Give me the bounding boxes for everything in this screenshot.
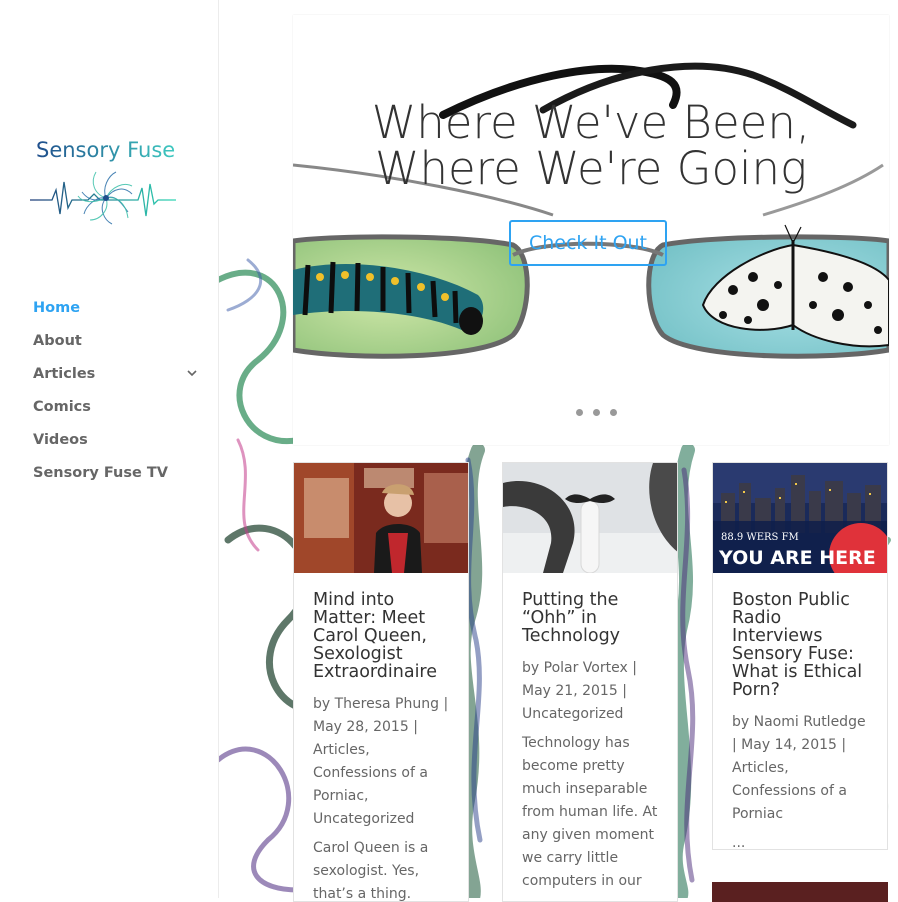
slider-dot-2[interactable]	[593, 409, 600, 416]
post-categories[interactable]: Uncategorized	[522, 706, 623, 722]
meta-separator: |	[622, 683, 627, 699]
post-card: 88.9 WERS FM YOU ARE HERE Boston Public …	[712, 462, 888, 850]
boston-skyline-radio-image: 88.9 WERS FM YOU ARE HERE	[713, 463, 887, 573]
nav-item-home[interactable]: Home	[33, 298, 203, 331]
post-author-link[interactable]: Naomi Rutledge	[754, 714, 866, 730]
post-excerpt: Carol Queen is a sexologist. Yes, that’s…	[313, 840, 429, 902]
post-by: by	[522, 660, 540, 676]
post-by: by	[313, 696, 331, 712]
post-author-link[interactable]: Theresa Phung	[335, 696, 439, 712]
post-categories[interactable]: Articles, Confessions of a Porniac, Unca…	[313, 742, 428, 827]
post-thumbnail[interactable]: 88.9 WERS FM YOU ARE HERE	[713, 463, 887, 573]
radio-station-label: 88.9 WERS FM	[721, 532, 799, 543]
post-categories[interactable]: Articles, Confessions of a Porniac	[732, 760, 847, 822]
nav-item-videos[interactable]: Videos	[33, 430, 203, 463]
post-excerpt: Technology has become pretty much insepa…	[522, 735, 658, 889]
nav-label: Comics	[33, 399, 91, 415]
meta-separator: |	[443, 696, 449, 712]
check-it-out-button[interactable]: Check It Out	[509, 220, 667, 266]
mustache-device-photo	[503, 463, 677, 573]
meta-separator: |	[413, 719, 418, 735]
slider-dot-1[interactable]	[576, 409, 583, 416]
post-thumbnail[interactable]	[294, 463, 468, 573]
nav-label: Sensory Fuse TV	[33, 465, 168, 481]
main-navigation: Home About Articles Comics Videos Sensor…	[33, 298, 203, 496]
post-by: by	[732, 714, 750, 730]
post-date: May 21, 2015	[522, 683, 618, 699]
slide-heading-line-2: Where We're Going	[374, 142, 808, 195]
nav-label: Videos	[33, 432, 88, 448]
nav-item-articles[interactable]: Articles	[33, 364, 203, 397]
you-are-here-banner: YOU ARE HERE	[718, 547, 876, 569]
meta-separator: |	[841, 737, 847, 753]
meta-separator: |	[732, 737, 737, 753]
post-title[interactable]: Boston Public Radio Interviews Sensory F…	[732, 591, 869, 699]
slider-pagination	[576, 403, 627, 421]
hero-slider: Where We've Been, Where We're Going Chec…	[293, 15, 889, 445]
logo-wordmark: Sensory Fuse	[36, 138, 175, 162]
slider-dot-3[interactable]	[610, 409, 617, 416]
logo-title: Sensory Fuse	[36, 138, 175, 162]
post-author-link[interactable]: Polar Vortex	[544, 660, 628, 676]
post-meta: by Theresa Phung | May 28, 2015 | Articl…	[313, 693, 450, 831]
nav-item-comics[interactable]: Comics	[33, 397, 203, 430]
post-thumbnail[interactable]	[503, 463, 677, 573]
sidebar: Sensory Fuse Home About Articles Comics …	[0, 0, 219, 898]
post-meta: by Polar Vortex | May 21, 2015 | Uncateg…	[522, 657, 659, 726]
site-logo[interactable]: Sensory Fuse	[30, 130, 190, 240]
nav-label: Home	[33, 300, 81, 316]
nav-label: About	[33, 333, 82, 349]
post-title[interactable]: Putting the “Ohh” in Technology	[522, 591, 659, 645]
nav-item-about[interactable]: About	[33, 331, 203, 364]
meta-separator: |	[632, 660, 637, 676]
next-post-thumbnail-peek[interactable]	[712, 882, 888, 902]
carol-queen-photo	[294, 463, 468, 573]
post-meta: by Naomi Rutledge | May 14, 2015 | Artic…	[732, 711, 869, 826]
post-card: Mind into Matter: Meet Carol Queen, Sexo…	[293, 462, 469, 902]
heartbeat-swirl-icon	[30, 171, 176, 225]
chevron-down-icon[interactable]	[187, 370, 197, 378]
post-date: May 14, 2015	[741, 737, 837, 753]
post-title[interactable]: Mind into Matter: Meet Carol Queen, Sexo…	[313, 591, 450, 681]
post-excerpt: ...	[732, 835, 746, 850]
slide-heading-line-1: Where We've Been,	[371, 96, 811, 149]
nav-label: Articles	[33, 366, 96, 382]
nav-item-sensory-fuse-tv[interactable]: Sensory Fuse TV	[33, 463, 203, 496]
post-date: May 28, 2015	[313, 719, 409, 735]
slide-heading: Where We've Been, Where We're Going	[293, 100, 889, 192]
post-card: Putting the “Ohh” in Technology by Polar…	[502, 462, 678, 902]
